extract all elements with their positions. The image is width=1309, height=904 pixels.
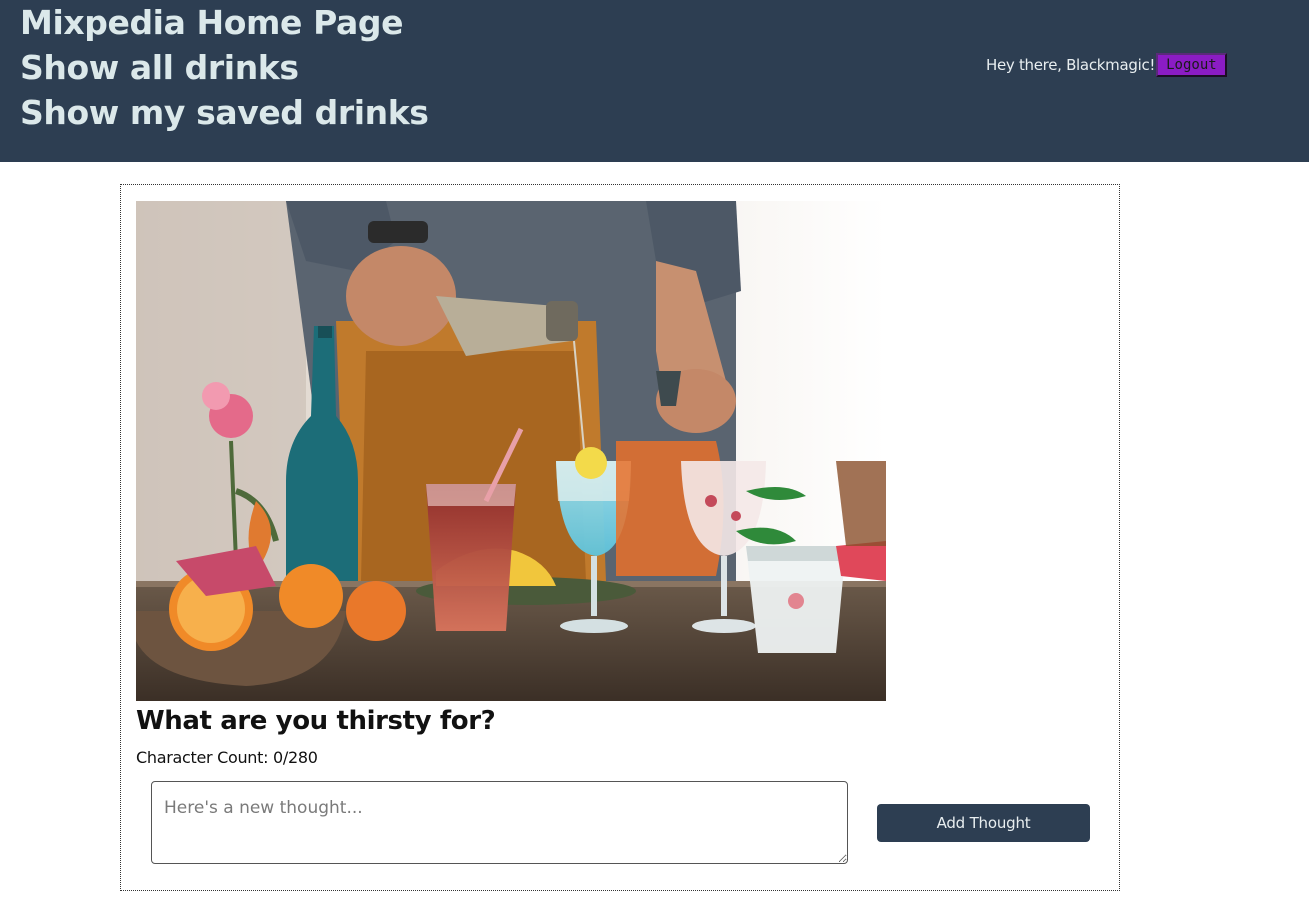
add-thought-button[interactable]: Add Thought (877, 804, 1090, 842)
character-count: Character Count: 0/280 (136, 748, 318, 767)
thought-card: What are you thirsty for? Character Coun… (120, 184, 1120, 891)
greeting-text: Hey there, Blackmagic! (986, 56, 1156, 74)
nav-all-drinks-link[interactable]: Show all drinks (20, 48, 299, 88)
site-header: Mixpedia Home Page Show all drinks Show … (0, 0, 1309, 162)
hero-image (136, 201, 886, 701)
prompt-title: What are you thirsty for? (136, 706, 496, 736)
thought-textarea[interactable] (151, 781, 848, 864)
nav-home-link[interactable]: Mixpedia Home Page (20, 3, 403, 43)
logout-button[interactable]: Logout (1156, 53, 1227, 77)
nav-saved-drinks-link[interactable]: Show my saved drinks (20, 93, 429, 133)
user-greeting: Hey there, Blackmagic! Logout (986, 53, 1227, 77)
